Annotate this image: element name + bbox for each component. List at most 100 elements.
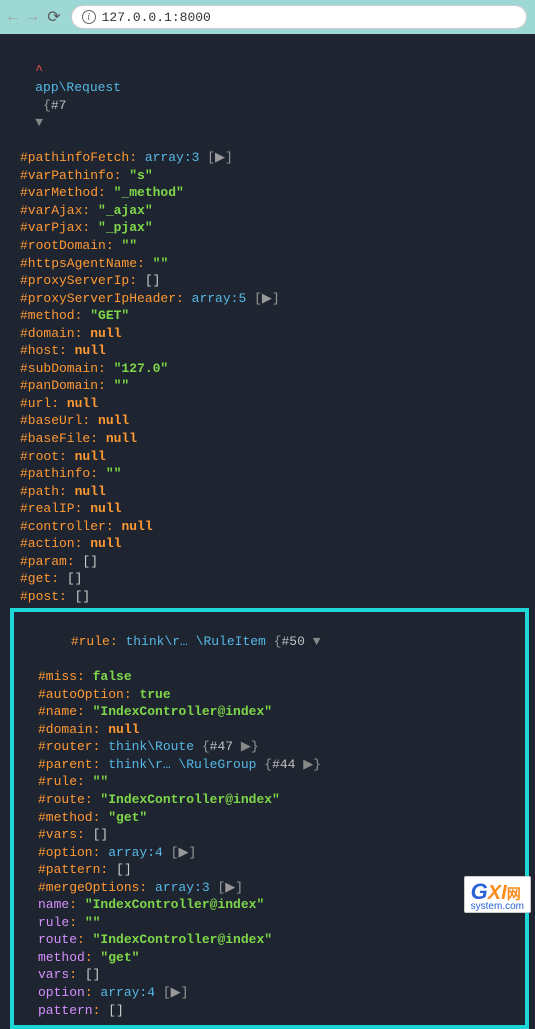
class-name: app\Request [35, 80, 121, 95]
property-row: #path: null [0, 483, 535, 501]
prop-key: #method [38, 810, 93, 825]
prop-key: #proxyServerIp [20, 273, 129, 288]
prop-key: #parent [38, 757, 93, 772]
prop-value: "get" [100, 950, 139, 965]
prop-key: #post [20, 589, 59, 604]
property-row: #httpsAgentName: "" [0, 255, 535, 273]
property-row: #baseFile: null [0, 430, 535, 448]
prop-key: #get [20, 571, 51, 586]
prop-key: #proxyServerIpHeader [20, 291, 176, 306]
property-row: #action: null [0, 535, 535, 553]
expand-icon[interactable]: [▶] [254, 291, 280, 306]
back-button[interactable]: ← [8, 8, 18, 26]
prop-value: true [139, 687, 170, 702]
property-row: #baseUrl: null [0, 412, 535, 430]
expand-icon[interactable]: ▶ [303, 757, 313, 772]
prop-value: array:3 [145, 150, 200, 165]
prop-key: method [38, 950, 85, 965]
prop-value: null [75, 343, 106, 358]
prop-value: false [93, 669, 132, 684]
highlighted-region: #rule: think\r… \RuleItem {#50 ▼ #miss: … [10, 608, 529, 1029]
property-row: #router: think\Route {#47 ▶} [14, 738, 525, 756]
property-row: name: "IndexController@index" [14, 896, 525, 914]
property-row: #parent: think\r… \RuleGroup {#44 ▶} [14, 756, 525, 774]
prop-value: [] [108, 1003, 124, 1018]
prop-value: "IndexController@index" [100, 792, 279, 807]
prop-key: #mergeOptions [38, 880, 139, 895]
prop-value: null [108, 722, 139, 737]
property-row: rule: "" [14, 914, 525, 932]
property-row: #vars: [] [14, 826, 525, 844]
prop-key: #domain [20, 326, 75, 341]
collapse-icon[interactable]: ▼ [35, 115, 43, 130]
property-row: #name: "IndexController@index" [14, 703, 525, 721]
prop-key: #rootDomain [20, 238, 106, 253]
prop-key: #baseUrl [20, 413, 82, 428]
rule-header[interactable]: #rule: think\r… \RuleItem {#50 ▼ [14, 616, 525, 669]
prop-key: #rule [38, 774, 77, 789]
property-row: route: "IndexController@index" [14, 931, 525, 949]
property-row: #pathinfo: "" [0, 465, 535, 483]
prop-key: vars [38, 967, 69, 982]
property-row: #varPjax: "_pjax" [0, 219, 535, 237]
prop-key: pattern [38, 1003, 93, 1018]
prop-id: #47 [210, 739, 233, 754]
prop-key: #url [20, 396, 51, 411]
prop-value: "s" [129, 168, 152, 183]
property-row: pattern: [] [14, 1002, 525, 1020]
property-row: #get: [] [0, 570, 535, 588]
prop-key: route [38, 932, 77, 947]
prop-value: array:5 [192, 291, 247, 306]
property-row: #route: "IndexController@index" [14, 791, 525, 809]
prop-value: "" [106, 466, 122, 481]
prop-value: "" [114, 378, 130, 393]
prop-value: "IndexController@index" [93, 704, 272, 719]
property-row: #param: [] [0, 553, 535, 571]
property-row: #mergeOptions: array:3 [▶] [14, 879, 525, 897]
object-header[interactable]: ^ app\Request {#7 ▼ [0, 44, 535, 149]
prop-key: #route [38, 792, 85, 807]
reload-button[interactable]: ⟳ [47, 7, 60, 27]
expand-icon[interactable]: [▶] [207, 150, 233, 165]
prop-value: [] [75, 589, 91, 604]
brace-open: { [35, 98, 51, 113]
prop-key: #rule [71, 634, 110, 649]
prop-key: #name [38, 704, 77, 719]
property-row: #option: array:4 [▶] [14, 844, 525, 862]
prop-value: "_ajax" [98, 203, 153, 218]
property-row: #varPathinfo: "s" [0, 167, 535, 185]
prop-value: null [75, 449, 106, 464]
forward-button[interactable]: → [28, 8, 38, 26]
prop-key: #domain [38, 722, 93, 737]
prop-key: #router [38, 739, 93, 754]
property-row: vars: [] [14, 966, 525, 984]
property-row: #root: null [0, 448, 535, 466]
prop-key: option [38, 985, 85, 1000]
property-row: #rule: "" [14, 773, 525, 791]
prop-key: name [38, 897, 69, 912]
prop-value: "IndexController@index" [93, 932, 272, 947]
info-icon[interactable]: i [82, 10, 96, 24]
expand-icon[interactable]: [▶] [171, 845, 197, 860]
prop-value: [] [82, 554, 98, 569]
prop-value: "IndexController@index" [85, 897, 264, 912]
prop-value: null [67, 396, 98, 411]
prop-key: #root [20, 449, 59, 464]
expand-icon[interactable]: [▶] [217, 880, 243, 895]
property-row: #pathinfoFetch: array:3 [▶] [0, 149, 535, 167]
watermark-logo: GXI网 system.com [464, 876, 531, 913]
url-bar[interactable]: i 127.0.0.1:8000 [71, 5, 527, 29]
prop-value: null [75, 484, 106, 499]
collapse-icon[interactable]: ▼ [313, 634, 321, 649]
prop-key: #path [20, 484, 59, 499]
property-row: #domain: null [0, 325, 535, 343]
expand-icon[interactable]: ▶ [241, 739, 251, 754]
prop-key: #pathinfo [20, 466, 90, 481]
prop-id: #44 [272, 757, 295, 772]
prop-class: think\Route [108, 739, 194, 754]
property-row: option: array:4 [▶] [14, 984, 525, 1002]
prop-key: #subDomain [20, 361, 98, 376]
prop-value: "" [153, 256, 169, 271]
property-row: #realIP: null [0, 500, 535, 518]
expand-icon[interactable]: [▶] [163, 985, 189, 1000]
